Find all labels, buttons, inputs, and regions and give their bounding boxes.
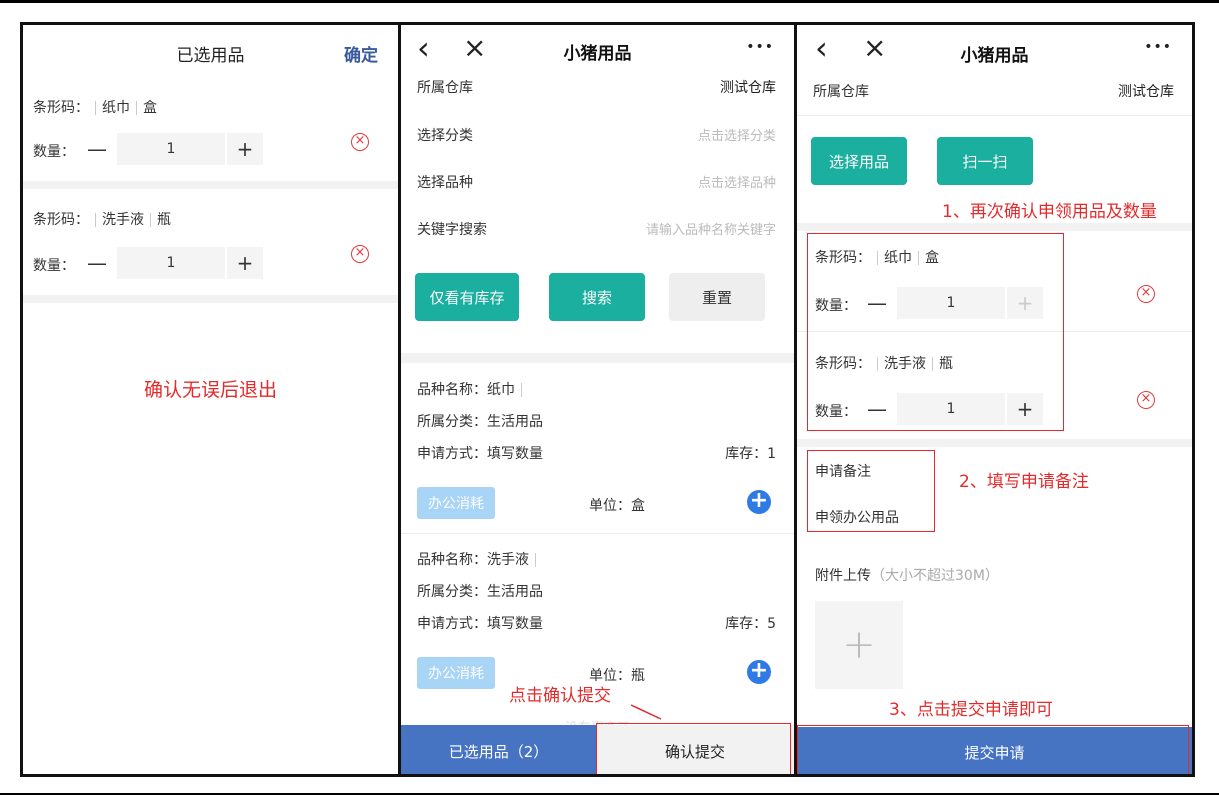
product-apply-method: 申请方式：填写数量 <box>417 446 543 462</box>
decrement-button[interactable]: — <box>79 133 115 165</box>
panel-header: 已选用品 确定 <box>23 25 398 75</box>
divider <box>23 181 398 189</box>
divider <box>150 213 151 227</box>
product-card[interactable]: 品种名称：洗手液 所属分类：生活用品 申请方式：填写数量 库存：5 办公消耗 单… <box>401 533 794 703</box>
annotation-highlight-box <box>797 725 1189 774</box>
product-name: 品种名称：洗手液 <box>417 549 542 569</box>
add-icon[interactable]: + <box>747 490 771 514</box>
application-form-panel: ‹ × 小猪用品 ••• 所属仓库 测试仓库 选择用品 扫一扫 1、再次确认申领… <box>797 22 1195 777</box>
product-stock: 库存：5 <box>725 616 776 632</box>
page-title: 小猪用品 <box>563 44 632 64</box>
search-button[interactable]: 搜索 <box>549 273 645 321</box>
product-unit: 单位：盒 <box>589 498 645 514</box>
annotation-arrow-icon <box>630 704 662 720</box>
page-title: 小猪用品 <box>960 46 1029 66</box>
decrement-button[interactable]: — <box>79 247 115 279</box>
delete-icon[interactable]: × <box>351 133 369 151</box>
item-name: 纸巾 <box>102 100 130 116</box>
item-name: 洗手液 <box>102 212 144 228</box>
annotation-text: 3、点击提交申请即可 <box>889 700 1053 720</box>
variety-label: 选择品种 <box>417 175 473 191</box>
page-title: 已选用品 <box>176 46 245 66</box>
divider <box>797 223 1192 231</box>
annotation-text: 2、填写申请备注 <box>959 472 1089 492</box>
warehouse-label: 所属仓库 <box>813 84 869 100</box>
select-items-button[interactable]: 选择用品 <box>811 137 907 185</box>
add-icon[interactable]: + <box>747 660 771 684</box>
nav-bar: ‹ × 小猪用品 ••• <box>401 25 794 73</box>
category-label: 选择分类 <box>417 128 473 144</box>
annotation-text: 1、再次确认申领用品及数量 <box>942 202 1157 222</box>
selected-item-row: 条形码： 洗手液瓶 数量： — 1 + × <box>23 197 398 297</box>
annotation-highlight-box <box>807 233 1064 431</box>
attachment-label-text: 附件上传 <box>815 568 871 584</box>
category-select[interactable]: 点击选择分类 <box>698 125 776 144</box>
more-icon[interactable]: ••• <box>1144 39 1172 55</box>
product-name-text: 品种名称：洗手液 <box>417 552 529 568</box>
barcode-label: 条形码： <box>33 100 89 116</box>
delete-icon[interactable]: × <box>351 245 369 263</box>
product-category: 所属分类：生活用品 <box>417 414 543 430</box>
divider <box>535 553 536 567</box>
category-tag: 办公消耗 <box>417 657 495 689</box>
annotation-highlight-box <box>807 450 935 532</box>
warehouse-label: 所属仓库 <box>417 80 473 96</box>
divider <box>23 295 398 303</box>
upload-button[interactable]: + <box>815 601 903 689</box>
attachment-label: 附件上传（大小不超过30M） <box>815 565 999 585</box>
product-name: 品种名称：纸巾 <box>417 379 528 399</box>
warehouse-value: 测试仓库 <box>720 80 776 96</box>
divider <box>136 101 137 115</box>
variety-select[interactable]: 点击选择品种 <box>698 172 776 191</box>
divider <box>521 383 522 397</box>
increment-button[interactable]: + <box>227 133 263 165</box>
quantity-label: 数量： <box>33 258 75 274</box>
annotation-text: 确认无误后退出 <box>143 379 277 401</box>
delete-icon[interactable]: × <box>1137 285 1155 303</box>
divider <box>797 115 1192 116</box>
barcode-line: 条形码： 洗手液瓶 <box>33 209 171 229</box>
keyword-search-input[interactable]: 请输入品种名称关键字 <box>646 219 776 238</box>
product-apply-method: 申请方式：填写数量 <box>417 616 543 632</box>
quantity-stepper: — 1 + <box>79 247 263 279</box>
stock-only-button[interactable]: 仅看有库存 <box>415 273 519 321</box>
product-list-panel: ‹ × 小猪用品 ••• 所属仓库 测试仓库 选择分类 点击选择分类 选择品种 … <box>401 22 797 777</box>
product-card[interactable]: 品种名称：纸巾 所属分类：生活用品 申请方式：填写数量 库存：1 办公消耗 单位… <box>401 363 794 533</box>
product-name-text: 品种名称：纸巾 <box>417 382 515 398</box>
selected-items-button[interactable]: 已选用品（2） <box>401 725 596 774</box>
quantity-stepper: — 1 + <box>79 133 263 165</box>
delete-icon[interactable]: × <box>1137 391 1155 409</box>
product-category: 所属分类：生活用品 <box>417 584 543 600</box>
item-unit: 盒 <box>143 100 157 116</box>
barcode-label: 条形码： <box>33 212 89 228</box>
category-tag: 办公消耗 <box>417 487 495 519</box>
barcode-line: 条形码： 纸巾盒 <box>33 97 157 117</box>
nav-bar: ‹ × 小猪用品 ••• <box>797 25 1192 73</box>
confirm-button[interactable]: 确定 <box>344 41 378 66</box>
quantity-input[interactable]: 1 <box>117 133 225 165</box>
reset-button[interactable]: 重置 <box>669 273 765 321</box>
attachment-hint: （大小不超过30M） <box>871 568 999 584</box>
item-unit: 瓶 <box>157 212 171 228</box>
selected-items-panel: 已选用品 确定 条形码： 纸巾盒 数量： — 1 + × 条形码： 洗手液瓶 数量：… <box>20 22 401 777</box>
product-stock: 库存：1 <box>725 446 776 462</box>
annotation-text: 点击确认提交 <box>509 686 611 706</box>
divider <box>797 439 1192 447</box>
more-icon[interactable]: ••• <box>746 39 774 55</box>
quantity-label: 数量： <box>33 144 75 160</box>
quantity-input[interactable]: 1 <box>117 247 225 279</box>
divider <box>95 101 96 115</box>
warehouse-value: 测试仓库 <box>1118 84 1174 100</box>
selected-item-row: 条形码： 纸巾盒 数量： — 1 + × <box>23 85 398 185</box>
divider <box>95 213 96 227</box>
keyword-label: 关键字搜索 <box>417 222 487 238</box>
increment-button[interactable]: + <box>227 247 263 279</box>
annotation-highlight-box <box>596 723 791 774</box>
divider <box>401 353 794 363</box>
scan-button[interactable]: 扫一扫 <box>937 137 1033 185</box>
